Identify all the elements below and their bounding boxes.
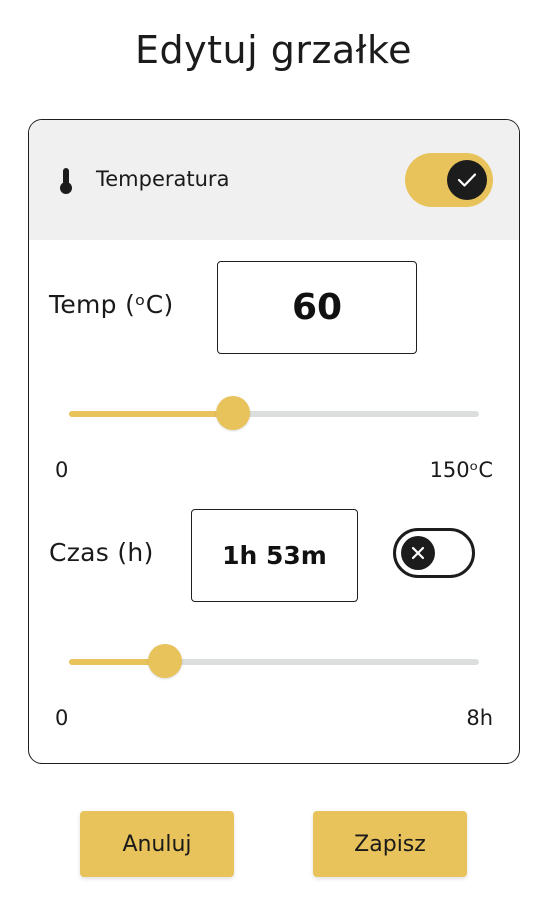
temperature-header: Temperatura — [29, 120, 519, 240]
temp-slider-fill — [69, 411, 233, 417]
temp-value-field[interactable]: 60 — [217, 261, 417, 354]
temperature-toggle[interactable] — [405, 153, 493, 207]
temp-label: Temp (ᵒC) — [49, 290, 174, 319]
temperature-header-label: Temperatura — [96, 167, 230, 191]
time-value-field[interactable]: 1h 53m — [191, 509, 358, 602]
close-icon — [411, 546, 425, 560]
toggle-knob — [401, 536, 435, 570]
check-icon — [457, 173, 477, 187]
page-title: Edytuj grzałke — [134, 28, 413, 72]
thermometer-icon — [60, 168, 72, 194]
time-slider[interactable] — [69, 644, 479, 678]
toggle-knob — [447, 160, 487, 200]
temp-max-label: 150ᵒC — [429, 458, 493, 482]
temp-slider-thumb[interactable] — [216, 396, 250, 430]
temp-value: 60 — [291, 287, 343, 328]
time-min-label: 0 — [55, 706, 69, 730]
cancel-button[interactable]: Anuluj — [80, 811, 234, 877]
time-label: Czas (h) — [49, 538, 154, 567]
time-max-label: 8h — [466, 706, 493, 730]
temp-slider[interactable] — [69, 396, 479, 430]
time-toggle[interactable] — [393, 528, 475, 578]
save-button[interactable]: Zapisz — [313, 811, 467, 877]
temp-min-label: 0 — [55, 458, 69, 482]
time-value: 1h 53m — [222, 541, 327, 570]
heater-settings-card: Temperatura Temp (ᵒC) 60 0 150ᵒC Czas (h… — [28, 119, 520, 764]
time-slider-thumb[interactable] — [148, 644, 183, 678]
